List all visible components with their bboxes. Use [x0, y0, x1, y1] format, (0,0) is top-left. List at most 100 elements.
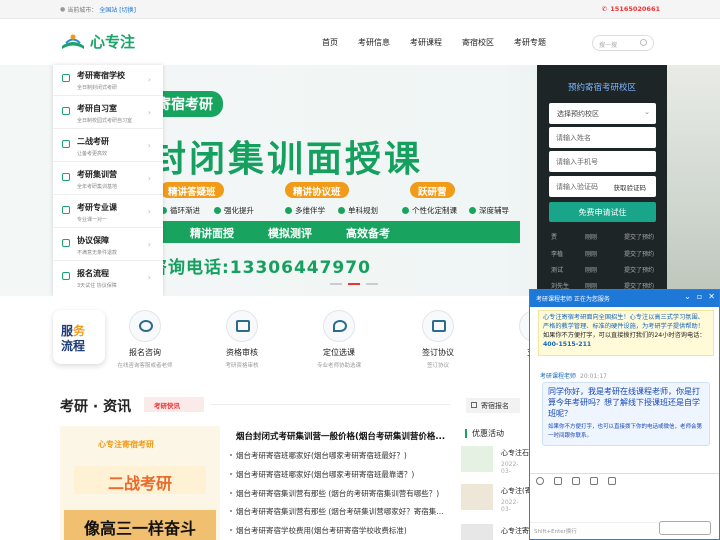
step-review[interactable]: 资格审核 考研资格审核: [197, 310, 287, 369]
feature-text: 单科规划: [348, 206, 378, 215]
carousel-dot[interactable]: [366, 283, 378, 285]
news-item[interactable]: 烟台考研寄宿集训营有那些 (烟台考研集训营哪家好？寄宿集...: [229, 506, 443, 517]
promo-item-title: 心专注(寄: [501, 487, 532, 495]
city-switch-link[interactable]: [切换]: [119, 5, 136, 14]
image-title: 二战考研: [74, 466, 206, 494]
image-slogan: 像高三一样奋斗: [64, 510, 216, 540]
carousel-dot[interactable]: [330, 283, 342, 285]
search-icon[interactable]: [640, 39, 647, 46]
menu-item-study-room[interactable]: 考研自习室 全日制校园式考研自习室 ›: [53, 98, 163, 129]
system-msg-hint: 如果你不方便打字，可以直接拨打我们的24小时咨询电话：: [543, 331, 706, 339]
nav-courses[interactable]: 考研课程: [410, 37, 462, 48]
menu-item-guarantee[interactable]: 协议保障 不满意无条件退款 ›: [53, 230, 163, 261]
top-phone: ✆ 15165020661: [602, 5, 660, 13]
main-nav: 首页 考研信息 考研课程 寄宿校区 考研专题: [322, 37, 566, 48]
promo-thumb: [461, 524, 493, 540]
maximize-icon[interactable]: ▫: [697, 292, 702, 301]
apply-button[interactable]: 免费申请试住: [549, 202, 656, 222]
search-input[interactable]: 搜一搜: [592, 35, 654, 51]
send-button[interactable]: [659, 521, 711, 535]
check-icon: [469, 207, 476, 214]
logo-text: 心专注: [90, 33, 136, 51]
chat-controls: ⌄ ▫ ✕: [684, 292, 715, 301]
phone-placeholder: 请输入手机号: [556, 158, 598, 166]
news-item[interactable]: 烟台考研寄宿班哪家好(烟台哪家考研寄宿班最好？): [230, 450, 407, 461]
site-header: 心专注 首页 考研信息 考研课程 寄宿校区 考研专题 搜一搜: [0, 19, 720, 65]
phone-field[interactable]: 请输入手机号: [549, 151, 656, 172]
promo-thumb: [461, 484, 493, 510]
nav-info[interactable]: 考研信息: [358, 37, 410, 48]
consult-icon: [129, 310, 161, 342]
news-headline[interactable]: 烟台封闭式考研集训营一般价格(烟台考研集训营价格...: [236, 430, 445, 442]
menu-item-second-try[interactable]: 二战考研 让备考更高效 ›: [53, 131, 163, 162]
record-time: 刚刚: [585, 267, 598, 274]
strip-item: 精讲面授: [190, 227, 234, 240]
pencil-icon: [62, 206, 70, 214]
banner-feature: 深度辅导: [469, 205, 509, 216]
folder-icon[interactable]: [590, 477, 598, 485]
menu-item-camp[interactable]: 考研集训营 全年考研集训基地 ›: [53, 164, 163, 195]
record-action: 提交了预约: [624, 267, 655, 274]
code-placeholder: 请输入验证码: [556, 183, 598, 191]
menu-item-title: 考研集训营: [77, 170, 117, 179]
banner-pill: 跃研营: [410, 182, 455, 198]
trash-icon[interactable]: [608, 477, 616, 485]
close-icon[interactable]: ✕: [708, 292, 715, 301]
menu-item-process[interactable]: 报名流程 3天试住 协议保障 ›: [53, 263, 163, 294]
category-menu: 考研寄宿学校 全日制封闭式考研 › 考研自习室 全日制校园式考研自习室 › 二战考研 让备…: [53, 65, 163, 296]
star-icon[interactable]: [554, 477, 562, 485]
step-course[interactable]: 定位选课 专业老师协助选课: [294, 310, 384, 369]
chevron-right-icon: ›: [147, 141, 151, 150]
step-contract[interactable]: 签订协议 签订协议: [393, 310, 483, 369]
record-time: 刚刚: [585, 251, 598, 258]
divider: [210, 404, 450, 405]
strip-item: 高效备考: [346, 227, 390, 240]
news-item[interactable]: 烟台考研寄宿学校费用(烟台考研寄宿学校收费标准): [230, 525, 407, 536]
chat-sender: 考研课程老师 20:01:17: [540, 371, 607, 380]
code-field[interactable]: 请输入验证码 获取验证码: [549, 176, 656, 197]
menu-item-sub: 全日制封闭式考研: [77, 85, 118, 91]
record-action: 提交了预约: [624, 234, 655, 241]
carousel-dot-active[interactable]: [348, 283, 360, 285]
carousel-dots: [330, 283, 378, 285]
system-phone: 400-1515-211: [543, 340, 592, 348]
news-item[interactable]: 烟台考研寄宿班哪家好(烟台哪家考研寄宿班最靠谱？): [229, 469, 414, 480]
step-consult[interactable]: 报名咨询 在线咨询客服或者老师: [100, 310, 190, 369]
nav-campus[interactable]: 寄宿校区: [462, 37, 514, 48]
tab-boarding-signup[interactable]: 寄宿报名: [466, 398, 520, 413]
emoji-icon[interactable]: [536, 477, 544, 485]
contract-icon: [422, 310, 454, 342]
chevron-right-icon: ›: [147, 75, 151, 84]
step-title: 签订协议: [422, 348, 454, 357]
feature-text: 多维伴学: [295, 206, 325, 215]
record-name: 李植: [551, 251, 564, 258]
nav-topics[interactable]: 考研专题: [514, 37, 566, 48]
image-icon[interactable]: [572, 477, 580, 485]
menu-item-boarding-school[interactable]: 考研寄宿学校 全日制封闭式考研 ›: [53, 65, 163, 96]
chevron-down-icon[interactable]: ⌄: [684, 292, 691, 301]
tab-label: 寄宿报名: [481, 402, 509, 410]
chevron-right-icon: ›: [147, 240, 151, 249]
site-logo[interactable]: 心专注: [60, 31, 135, 52]
campus-select[interactable]: 选择预约校区 ⌄: [549, 103, 656, 124]
step-desc: 在线咨询客服或者老师: [117, 363, 173, 369]
name-field[interactable]: 请输入姓名: [549, 127, 656, 148]
news-heading: 考研 · 资讯: [60, 399, 132, 415]
logo-char-accent: 务: [73, 324, 86, 338]
location-icon: ●: [60, 6, 66, 13]
chat-input[interactable]: Shift+Enter换行: [530, 522, 660, 540]
menu-item-major[interactable]: 考研专业课 专业课一对一 ›: [53, 197, 163, 228]
news-feature-image[interactable]: 心专注寄宿考研 二战考研 像高三一样奋斗: [60, 426, 220, 540]
get-code-button[interactable]: 获取验证码: [614, 182, 647, 192]
location-pin-icon: [323, 310, 355, 342]
banner-feature: 多维伴学: [285, 205, 325, 216]
chat-widget: 考研课程老师 正在为您服务 ⌄ ▫ ✕ 心专注寄宿考研面向全国招生！心专注以高三…: [529, 289, 720, 540]
news-item[interactable]: 烟台考研寄宿集训营有那些 (烟台的考研寄宿集训营有哪些？): [229, 488, 439, 499]
message-time: 20:01:17: [580, 373, 607, 380]
nav-home[interactable]: 首页: [322, 37, 358, 48]
top-phone-number: 15165020661: [610, 5, 660, 13]
menu-item-sub: 3天试住 协议保障: [77, 283, 117, 289]
news-badge[interactable]: 考研快讯: [144, 397, 204, 412]
menu-item-title: 考研寄宿学校: [77, 71, 125, 80]
step-title: 资格审核: [226, 348, 258, 357]
